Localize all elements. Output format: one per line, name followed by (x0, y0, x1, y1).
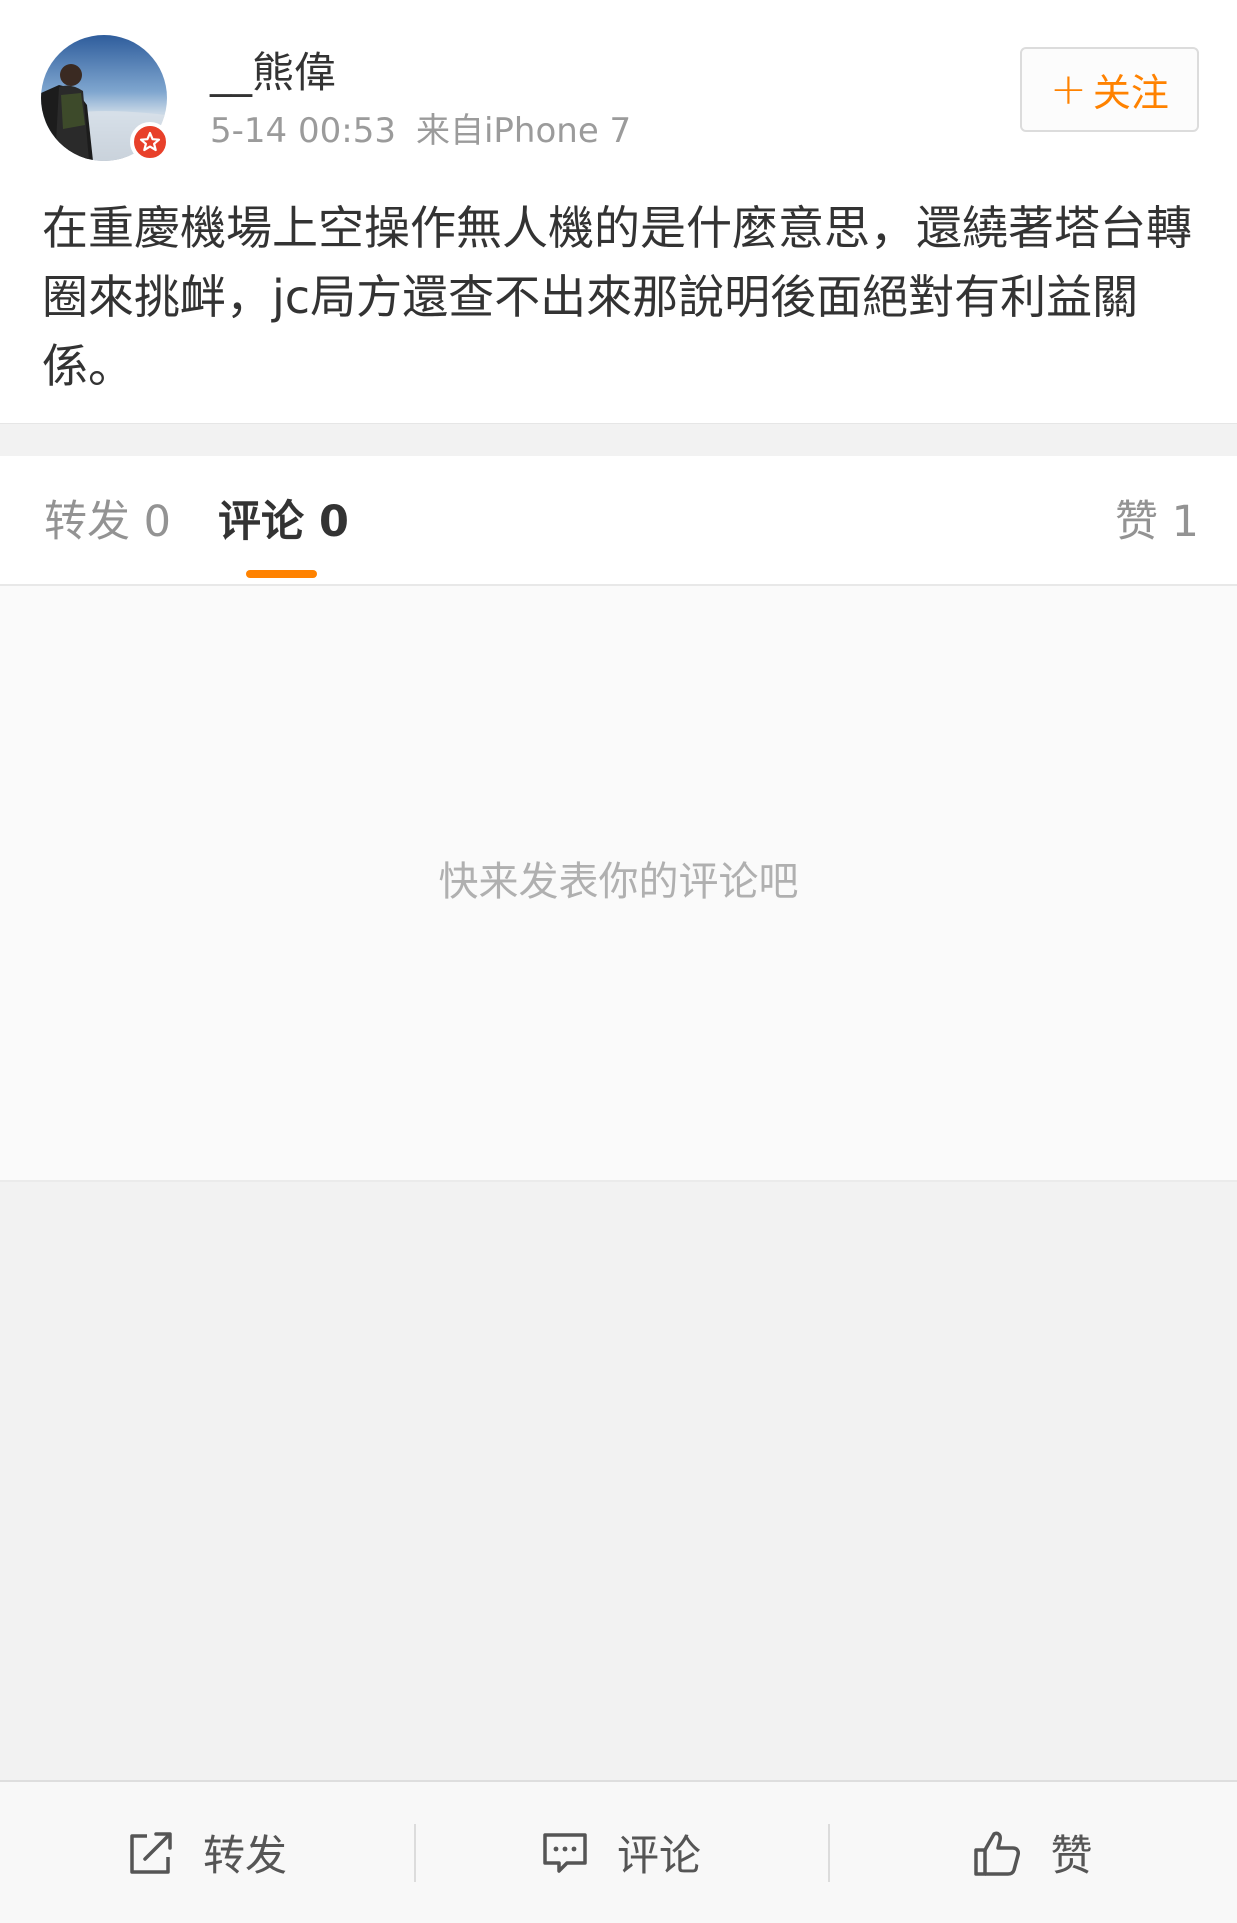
empty-comments-text: 快来发表你的评论吧 (438, 859, 799, 905)
plus-icon: + (1050, 63, 1087, 115)
thumbs-up-icon (974, 1831, 1021, 1876)
post-text: 在重慶機場上空操作無人機的是什麼意思，還繞著塔台轉圈來挑衅，jc局方還查不出來那… (42, 201, 1192, 393)
comment-button[interactable]: 评论 (414, 1782, 828, 1923)
tab-like[interactable]: 赞 1 (1115, 494, 1199, 550)
interaction-tabs: 转发 0 评论 0 赞 1 (0, 456, 1237, 586)
verified-badge (130, 122, 170, 162)
like-button[interactable]: 赞 (828, 1782, 1237, 1923)
tab-repost[interactable]: 转发 0 (44, 494, 171, 550)
avatar[interactable] (41, 35, 170, 162)
star-icon (139, 131, 161, 152)
repost-button[interactable]: 转发 (0, 1782, 414, 1923)
bottom-toolbar: 转发 评论 赞 (0, 1780, 1237, 1923)
post-meta: 5-14 00:53 来自iPhone 7 (210, 110, 631, 152)
active-tab-indicator (246, 570, 317, 578)
share-icon (130, 1831, 172, 1874)
tab-comment[interactable]: 评论 0 (218, 494, 349, 550)
comment-label: 评论 (616, 1831, 701, 1880)
follow-button[interactable]: + 关注 (1020, 47, 1199, 132)
post-time: 5-14 00:53 (210, 111, 396, 151)
comment-list: 快来发表你的评论吧 (0, 586, 1237, 1182)
repost-label: 转发 (202, 1831, 287, 1880)
post-card: __熊偉 5-14 00:53 来自iPhone 7 + 关注 在重慶機場上空操作… (0, 0, 1237, 424)
comment-bubble-icon (543, 1832, 587, 1873)
follow-label: 关注 (1092, 71, 1169, 115)
username[interactable]: __熊偉 (210, 46, 336, 100)
post-source[interactable]: 来自iPhone 7 (416, 111, 631, 151)
like-label: 赞 (1050, 1831, 1093, 1880)
